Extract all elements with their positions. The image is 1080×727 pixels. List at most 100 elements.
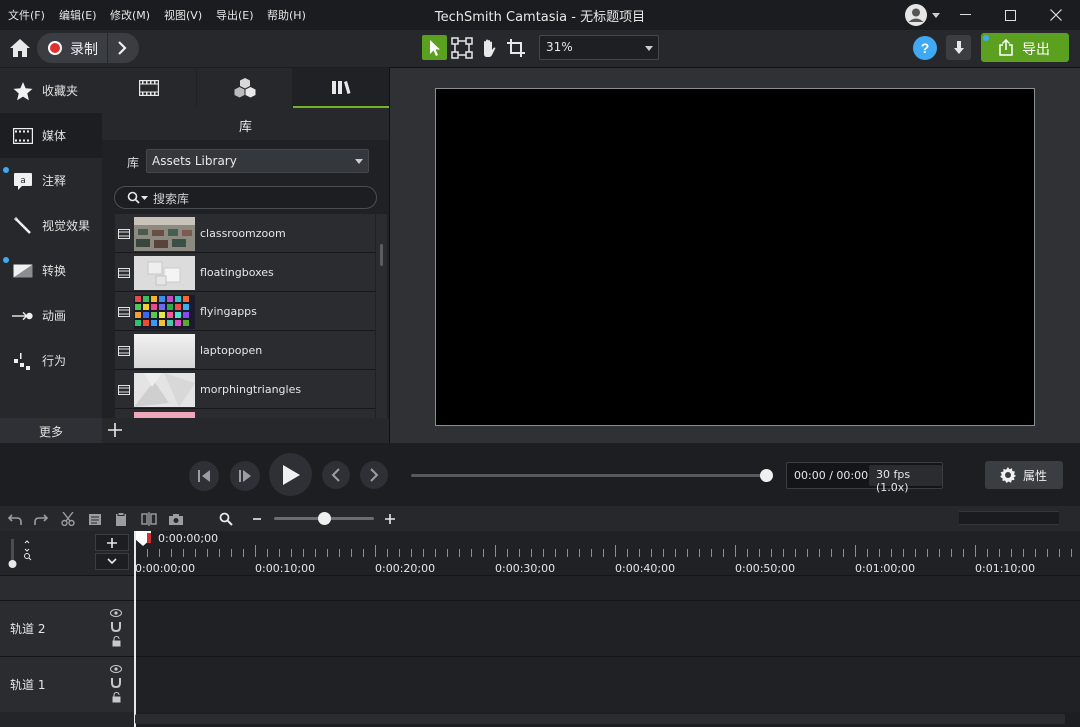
zoom-in-icon[interactable] (381, 511, 399, 527)
list-item[interactable]: floatingboxes (115, 253, 375, 292)
zoom-out-icon[interactable] (248, 511, 266, 527)
step-back-button[interactable] (189, 461, 219, 491)
close-button[interactable] (1041, 4, 1071, 26)
library-scrollbar[interactable] (376, 214, 387, 418)
playhead-line[interactable] (134, 531, 136, 727)
add-track-button[interactable] (95, 534, 129, 551)
more-tools-button[interactable]: 更多 (0, 418, 102, 443)
film-icon (118, 385, 130, 395)
library-dropdown[interactable]: Assets Library (146, 149, 369, 173)
edit-points-tool-button[interactable] (449, 35, 474, 60)
scrubber-handle[interactable] (759, 469, 773, 482)
chevron-right-icon[interactable] (117, 41, 127, 55)
tick-label: 0:00:40;00 (615, 562, 676, 575)
previous-marker-button[interactable] (322, 461, 350, 489)
title-bar: 文件(F) 编辑(E) 修改(M) 视图(V) 导出(E) 帮助(H) Tech… (0, 0, 1080, 30)
record-button[interactable]: 录制 (37, 33, 139, 63)
step-forward-button[interactable] (230, 461, 260, 491)
chevron-down-icon (107, 558, 117, 565)
help-button[interactable]: ? (913, 36, 937, 60)
split-icon[interactable] (140, 511, 158, 527)
cursor-arrow-icon (428, 39, 442, 57)
timeline-ruler[interactable]: 0:00:00;00 0:00:00;00 0:00:10;00 0:00:20… (135, 531, 1080, 575)
tab-assets[interactable] (197, 68, 292, 108)
maximize-button[interactable] (995, 4, 1025, 26)
tool-animations[interactable]: 动画 (0, 293, 100, 338)
undo-icon[interactable] (6, 511, 24, 527)
lock-icon[interactable] (112, 692, 121, 703)
tab-library[interactable] (293, 68, 389, 108)
share-icon (998, 39, 1014, 56)
list-item[interactable] (115, 409, 375, 418)
cut-icon[interactable] (59, 511, 77, 527)
tick-label: 0:01:10;00 (975, 562, 1036, 575)
copy-icon[interactable] (86, 511, 104, 527)
scrubber-track[interactable] (411, 474, 766, 477)
chevron-left-icon (331, 468, 341, 482)
redo-icon[interactable] (32, 511, 50, 527)
list-item[interactable]: morphingtriangles (115, 370, 375, 409)
properties-button[interactable]: 属性 (985, 461, 1063, 489)
add-plus-icon[interactable] (107, 422, 123, 438)
plus-icon (107, 537, 117, 548)
main-toolbar: 录制 31% ? 导出 (0, 30, 1080, 67)
film-icon (118, 307, 130, 317)
timeline-zoom-handle[interactable] (317, 512, 331, 525)
magnet-icon[interactable] (110, 678, 122, 688)
eye-icon[interactable] (110, 609, 122, 617)
snapshot-camera-icon[interactable] (167, 511, 185, 527)
lock-icon[interactable] (112, 636, 121, 647)
search-placeholder: 搜索库 (153, 192, 190, 206)
track-options-button[interactable] (95, 553, 129, 570)
fps-selector[interactable]: 30 fps (1.0x) (869, 465, 942, 494)
home-icon (9, 38, 31, 58)
tool-favorites-label: 收藏夹 (42, 84, 79, 98)
paste-icon[interactable] (112, 511, 130, 527)
home-button[interactable] (8, 37, 32, 59)
hand-icon (480, 38, 498, 58)
export-button[interactable]: 导出 (981, 33, 1069, 62)
asset-thumbnail (134, 217, 195, 251)
tab-media-bin[interactable] (102, 68, 196, 108)
magnet-icon[interactable] (110, 622, 122, 632)
playhead-marker[interactable] (135, 531, 151, 546)
track-lane[interactable] (135, 657, 1080, 712)
account-button[interactable] (900, 4, 944, 26)
tool-annotations[interactable]: a 注释 (0, 158, 100, 203)
library-search-input[interactable]: 搜索库 (114, 186, 377, 209)
crop-tool-button[interactable] (503, 35, 528, 60)
tool-transitions[interactable]: 转换 (0, 248, 100, 293)
list-item[interactable]: classroomzoom (115, 214, 375, 253)
preview-canvas[interactable] (435, 88, 1035, 426)
track-header[interactable]: 轨道 2 (0, 601, 135, 656)
download-button[interactable] (946, 35, 971, 60)
track-label: 轨道 1 (10, 678, 46, 692)
track-height-slider-icon[interactable] (8, 539, 34, 569)
asset-name: morphingtriangles (200, 383, 302, 396)
play-button[interactable] (269, 453, 312, 496)
export-label: 导出 (1022, 42, 1050, 58)
timeline-overview[interactable] (959, 511, 1059, 525)
tool-media[interactable]: 媒体 (0, 113, 100, 158)
list-item[interactable]: flyingapps (115, 292, 375, 331)
eye-icon[interactable] (110, 665, 122, 673)
tool-visual-effects[interactable]: 视觉效果 (0, 203, 100, 248)
list-item[interactable]: laptopopen (115, 331, 375, 370)
next-marker-button[interactable] (360, 461, 388, 489)
animation-arrow-icon (12, 305, 34, 327)
pan-tool-button[interactable] (476, 35, 501, 60)
select-tool-button[interactable] (422, 35, 447, 60)
timeline-horizontal-scrollbar[interactable] (135, 714, 1065, 724)
download-arrow-icon (953, 40, 965, 55)
behavior-icon (12, 350, 34, 372)
track-header[interactable]: 轨道 1 (0, 657, 135, 712)
scrollbar-thumb[interactable] (380, 244, 383, 266)
zoom-dropdown[interactable]: 31% (539, 35, 659, 60)
tool-behaviors[interactable]: 行为 (0, 338, 100, 383)
minimize-button[interactable] (950, 4, 980, 26)
tool-favorites[interactable]: 收藏夹 (0, 68, 100, 113)
track-lane[interactable] (135, 601, 1080, 656)
library-books-icon (331, 79, 351, 95)
search-icon[interactable] (127, 191, 149, 205)
tools-panel: 收藏夹 媒体 a 注释 视觉效果 转换 动画 行为 (0, 68, 102, 443)
